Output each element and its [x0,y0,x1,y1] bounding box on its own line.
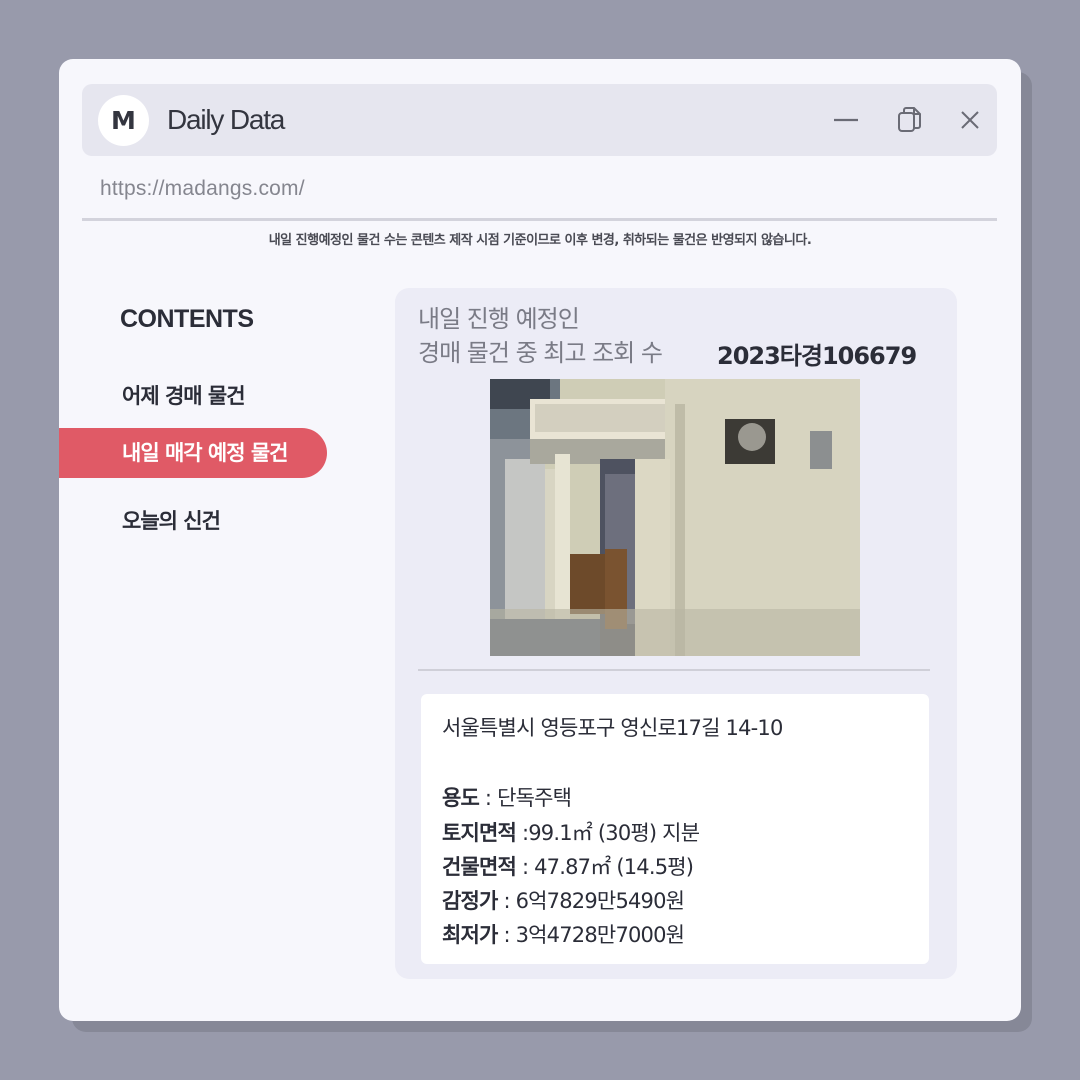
sidebar-item-new-today[interactable]: 오늘의 신건 [59,496,327,546]
sidebar-heading: CONTENTS [120,305,254,333]
address-bar-divider [82,218,997,221]
field-land-area-key: 토지면적 [442,821,517,845]
sidebar-item-tomorrow-sales[interactable]: 내일 매각 예정 물건 [59,428,327,478]
field-building-area-value: 47.87㎡ (14.5평) [534,855,694,879]
close-button[interactable] [952,102,988,138]
field-usage-value: 단독주택 [497,786,572,810]
field-land-area: 토지면적 :99.1㎡ (30평) 지분 [442,817,700,847]
panel-title-line1: 내일 진행 예정인 [418,305,580,333]
sidebar-item-yesterday-auctions[interactable]: 어제 경매 물건 [59,371,327,421]
field-minimum-price-key: 최저가 [442,923,498,947]
field-appraisal: 감정가 : 6억7829만5490원 [442,885,685,915]
address-bar-url[interactable]: https://madangs.com/ [100,177,305,201]
property-photo [490,379,860,656]
minimize-button[interactable] [828,102,864,138]
field-usage-key: 용도 [442,786,480,810]
avatar: M [98,95,149,146]
property-address: 서울특별시 영등포구 영신로17길 14-10 [442,716,783,740]
field-minimum-price-value: 3억4728만7000원 [515,923,685,947]
field-minimum-price: 최저가 : 3억4728만7000원 [442,919,685,949]
field-building-area: 건물면적 : 47.87㎡ (14.5평) [442,851,694,881]
field-appraisal-sep: : [497,889,516,913]
field-land-area-sep: : [516,821,529,845]
property-panel: 내일 진행 예정인 경매 물건 중 최고 조회 수 2023타경106679 서… [395,288,957,979]
field-usage-sep: : [479,786,498,810]
app-title: Daily Data [167,104,285,135]
field-land-area-value: 99.1㎡ (30평) 지분 [528,821,700,845]
field-appraisal-value: 6억7829만5490원 [515,889,685,913]
field-building-area-key: 건물면적 [442,855,517,879]
title-bar: M Daily Data [82,84,997,156]
panel-divider [418,669,930,671]
app-window: M Daily Data https://madangs.com/ 내일 진행예… [59,59,1021,1021]
restore-button[interactable] [892,102,928,138]
panel-title-line2: 경매 물건 중 최고 조회 수 [418,339,663,367]
close-icon [961,111,979,129]
field-building-area-sep: : [516,855,535,879]
field-usage: 용도 : 단독주택 [442,782,572,812]
case-number: 2023타경106679 [717,342,917,370]
panel-title: 내일 진행 예정인 경매 물건 중 최고 조회 수 [418,302,663,370]
notice-text: 내일 진행예정인 물건 수는 콘텐츠 제작 시점 기준이므로 이후 변경, 취하… [268,233,812,248]
field-appraisal-key: 감정가 [442,889,498,913]
field-minimum-price-sep: : [497,923,516,947]
minimize-icon [834,118,858,122]
restore-icon [898,107,921,132]
property-info-box: 서울특별시 영등포구 영신로17길 14-10 용도 : 단독주택 토지면적 :… [421,694,929,964]
